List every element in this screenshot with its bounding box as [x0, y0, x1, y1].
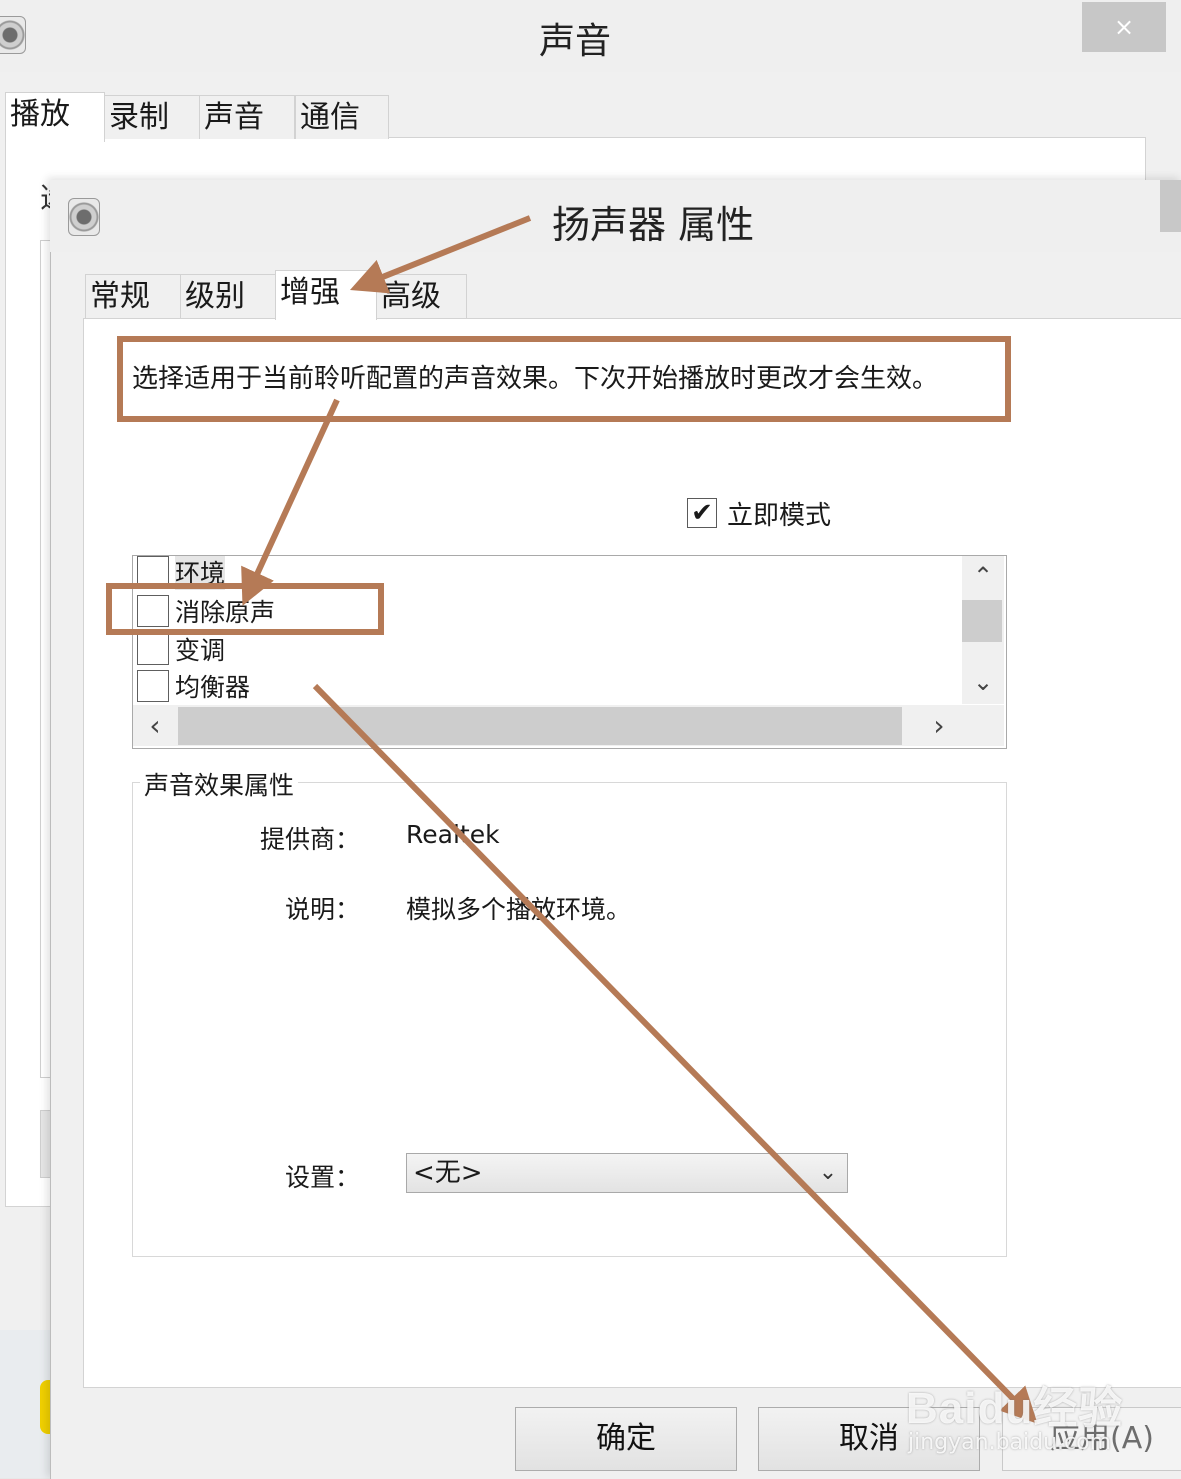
effect-checkbox[interactable]	[137, 633, 169, 665]
speaker-icon	[68, 198, 100, 236]
close-button[interactable]: ×	[1082, 2, 1166, 52]
effect-checkbox[interactable]	[137, 556, 169, 588]
effect-label: 均衡器	[175, 673, 251, 702]
tab-enhancements[interactable]: 增强	[275, 270, 377, 320]
watermark-logo: Baidu经验	[906, 1384, 1124, 1433]
effect-label: 消除原声	[175, 598, 276, 627]
effect-label: 变调	[175, 636, 226, 665]
intro-text: 选择适用于当前聆听配置的声音效果。下次开始播放时更改才会生效。	[132, 364, 939, 394]
tab-recording[interactable]: 录制	[104, 95, 200, 139]
effect-checkbox[interactable]	[137, 595, 169, 627]
immediate-mode-label: 立即模式	[727, 500, 832, 531]
effect-item-pitch-shift[interactable]: 变调	[137, 631, 225, 667]
horizontal-scroll-thumb[interactable]	[178, 707, 902, 745]
scroll-right-icon[interactable]: ›	[922, 705, 956, 746]
tab-levels[interactable]: 级别	[180, 274, 276, 318]
effect-label: 环境	[175, 556, 226, 590]
description-value: 模拟多个播放环境。	[406, 895, 632, 924]
effect-item-environment[interactable]: 环境	[137, 556, 226, 590]
setting-dropdown[interactable]: <无>	[406, 1153, 848, 1193]
watermark-url: jingyan.baidu.com	[908, 1430, 1112, 1455]
provider-label: 提供商：	[259, 825, 360, 854]
setting-label: 设置：	[284, 1163, 360, 1192]
scroll-up-icon[interactable]: ⌃	[962, 558, 1004, 594]
effect-item-equalizer[interactable]: 均衡器	[137, 668, 250, 704]
provider-value: Realtek	[406, 820, 500, 849]
tab-general[interactable]: 常规	[85, 274, 181, 318]
tab-sounds[interactable]: 声音	[199, 95, 295, 139]
chevron-down-icon[interactable]: ⌄	[812, 1153, 844, 1193]
description-label: 说明：	[284, 895, 360, 924]
scroll-down-icon[interactable]: ⌄	[962, 664, 1004, 700]
background-scrollbar-thumb[interactable]	[1160, 180, 1181, 232]
immediate-mode-row[interactable]: ✔ 立即模式	[687, 496, 832, 531]
effect-checkbox[interactable]	[137, 670, 169, 702]
group-title: 声音效果属性	[140, 766, 299, 802]
tab-playback[interactable]: 播放	[5, 92, 105, 142]
tab-communications[interactable]: 通信	[295, 95, 389, 139]
vertical-scroll-thumb[interactable]	[962, 600, 1002, 642]
watermark: Baidu经验 jingyan.baidu.com	[906, 1372, 1123, 1455]
tab-advanced[interactable]: 高级	[376, 274, 467, 318]
immediate-mode-checkbox[interactable]: ✔	[687, 498, 717, 528]
dialog-title: 扬声器 属性	[552, 203, 755, 247]
effect-item-voice-cancellation[interactable]: 消除原声	[137, 593, 275, 629]
scroll-left-icon[interactable]: ‹	[138, 705, 172, 746]
ok-button[interactable]: 确定	[515, 1407, 737, 1471]
sound-window-title: 声音	[538, 21, 611, 62]
